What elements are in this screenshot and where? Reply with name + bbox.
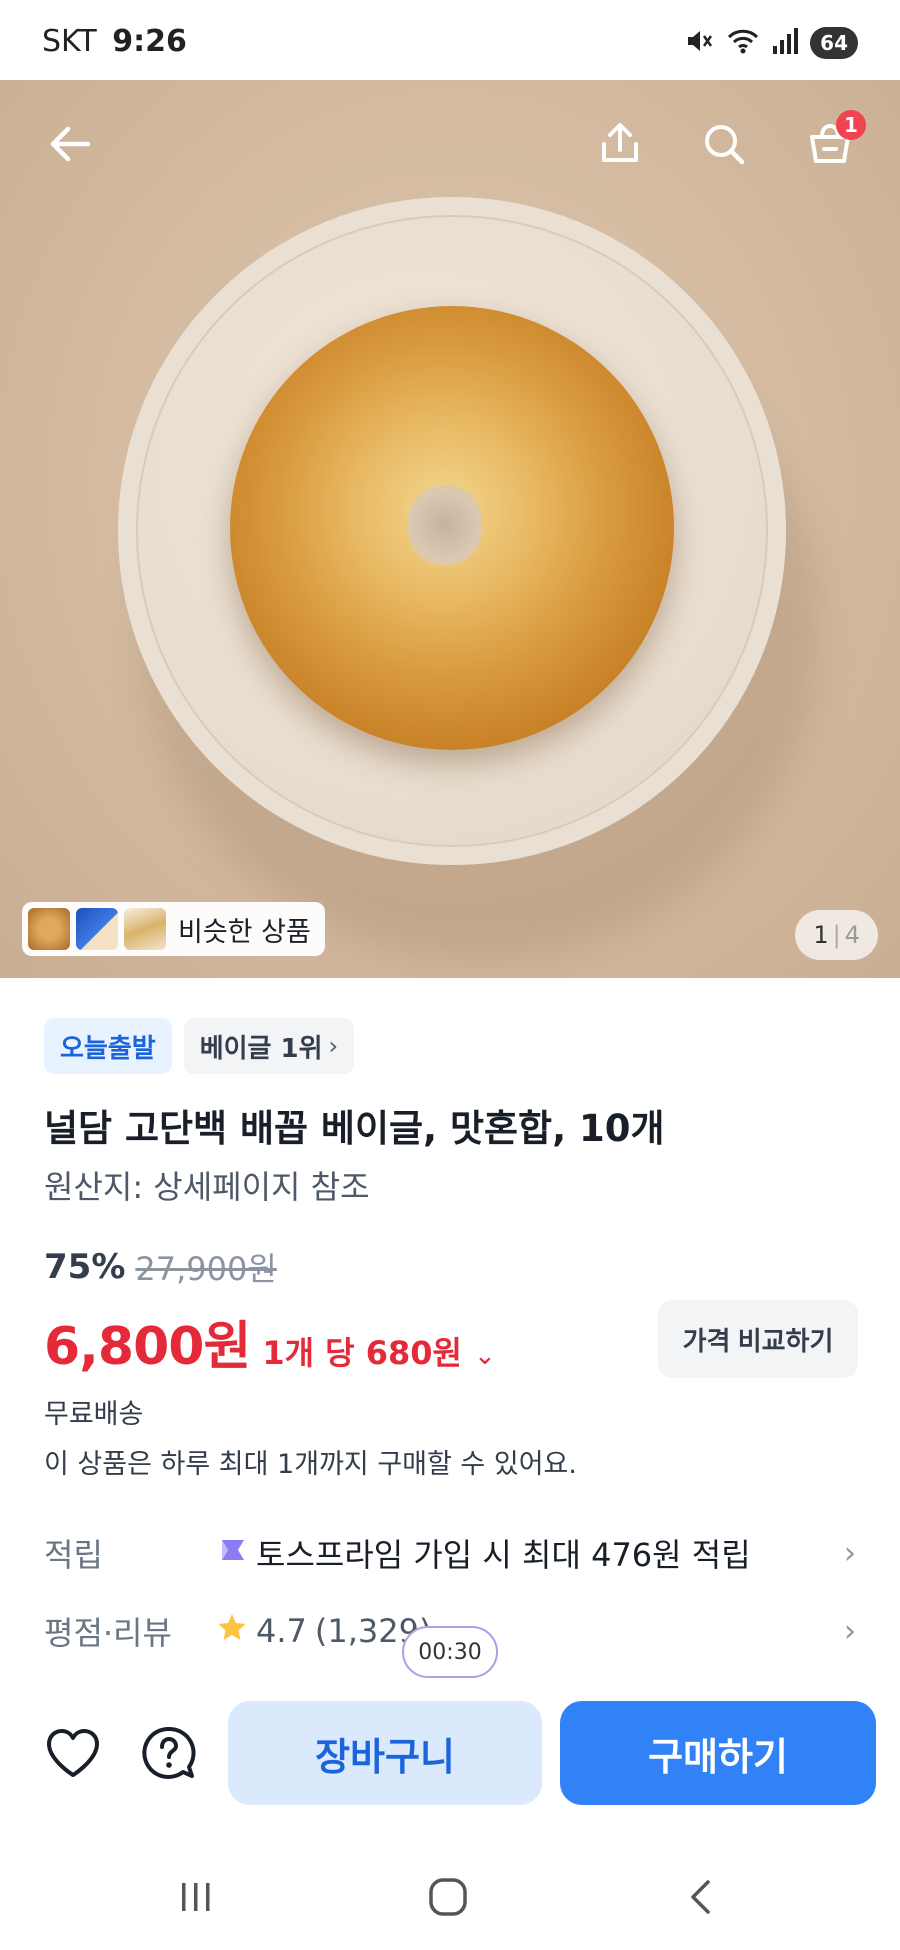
chevron-right-icon: › xyxy=(844,1535,856,1571)
image-page-indicator: 1 | 4 xyxy=(795,910,878,960)
points-value: 토스프라임 가입 시 최대 476원 적립 xyxy=(216,1530,844,1576)
chevron-right-icon: › xyxy=(844,1613,856,1649)
product-title: 널담 고단백 배꼽 베이글, 맛혼합, 10개 xyxy=(44,1107,665,1150)
similar-thumbnail xyxy=(28,908,70,950)
add-to-cart-button[interactable]: 장바구니 xyxy=(228,1701,542,1805)
purchase-limit-notice: 이 상품은 하루 최대 1개까지 구매할 수 있어요. xyxy=(44,1449,577,1480)
signal-icon xyxy=(772,26,799,60)
chevron-left-icon xyxy=(682,1877,722,1921)
price-row: 6,800원 1개 당 680원 ⌄ xyxy=(44,1304,496,1379)
similar-thumbnail xyxy=(76,908,118,950)
wishlist-button[interactable] xyxy=(38,1720,108,1790)
buy-now-button[interactable]: 구매하기 xyxy=(560,1701,876,1805)
similar-thumbnail xyxy=(124,908,166,950)
today-shipping-badge: 오늘출발 xyxy=(44,1018,172,1074)
chevron-right-icon: › xyxy=(328,1032,339,1060)
page-current: 1 xyxy=(813,921,829,949)
search-button[interactable] xyxy=(688,110,760,182)
heart-icon xyxy=(44,1726,102,1784)
review-value: 4.7 (1,329) xyxy=(216,1611,844,1651)
back-arrow-icon xyxy=(46,120,94,172)
share-button[interactable] xyxy=(584,110,656,182)
back-button[interactable] xyxy=(34,110,106,182)
points-row[interactable]: 적립 토스프라임 가입 시 최대 476원 적립 › xyxy=(44,1528,856,1578)
system-back-button[interactable] xyxy=(672,1874,732,1924)
home-button[interactable] xyxy=(418,1874,478,1924)
carrier-label: SKT xyxy=(42,24,97,59)
page-total: 4 xyxy=(844,921,860,949)
category-rank-badge[interactable]: 베이글 1위 › xyxy=(183,1018,355,1074)
price-compare-button[interactable]: 가격 비교하기 xyxy=(658,1300,858,1378)
home-icon xyxy=(426,1875,470,1923)
discount-row: 75% 27,900원 xyxy=(44,1244,277,1290)
product-image[interactable]: 1 비슷한 상품 1 | 4 xyxy=(0,80,900,978)
status-bar: SKT 9:26 64 xyxy=(0,0,900,80)
bottom-action-bar: 장바구니 구매하기 xyxy=(0,1680,900,1830)
chevron-down-icon[interactable]: ⌄ xyxy=(474,1341,496,1371)
system-nav-bar xyxy=(0,1850,900,1950)
wifi-icon xyxy=(726,26,760,60)
sale-price: 6,800원 xyxy=(44,1317,251,1377)
points-label: 적립 xyxy=(44,1536,103,1574)
search-icon xyxy=(700,120,748,172)
status-left: SKT 9:26 xyxy=(42,24,187,59)
battery-icon: 64 xyxy=(810,27,858,59)
review-label: 평점·리뷰 xyxy=(44,1614,172,1652)
star-icon xyxy=(216,1611,248,1651)
toss-prime-icon xyxy=(216,1534,248,1572)
recent-apps-button[interactable] xyxy=(166,1874,226,1924)
similar-products-label: 비슷한 상품 xyxy=(178,916,311,948)
timer-badge: 00:30 xyxy=(402,1626,498,1678)
question-icon xyxy=(140,1724,198,1786)
cart-count-badge: 1 xyxy=(836,110,866,140)
status-icons: 64 xyxy=(684,26,858,60)
page-separator: | xyxy=(832,921,841,949)
cart-button[interactable]: 1 xyxy=(794,110,866,182)
inquiry-button[interactable] xyxy=(134,1720,204,1790)
product-badges: 오늘출발 베이글 1위 › xyxy=(44,1018,355,1074)
similar-products-button[interactable]: 비슷한 상품 xyxy=(22,902,325,956)
share-icon xyxy=(596,120,644,172)
clock: 9:26 xyxy=(112,24,187,59)
unit-price[interactable]: 1개 당 680원 xyxy=(262,1328,462,1374)
recent-apps-icon xyxy=(176,1877,216,1921)
points-text: 토스프라임 가입 시 최대 476원 적립 xyxy=(256,1536,751,1574)
category-rank-label: 베이글 1위 xyxy=(199,1033,323,1064)
discount-rate: 75% xyxy=(44,1247,126,1287)
shipping-info: 무료배송 xyxy=(44,1399,144,1430)
original-price: 27,900원 xyxy=(135,1250,277,1288)
rating-value: 4.7 xyxy=(256,1612,307,1650)
mute-icon xyxy=(684,26,714,60)
bagel-hole xyxy=(408,485,482,565)
product-origin: 원산지: 상세페이지 참조 xyxy=(44,1168,370,1206)
